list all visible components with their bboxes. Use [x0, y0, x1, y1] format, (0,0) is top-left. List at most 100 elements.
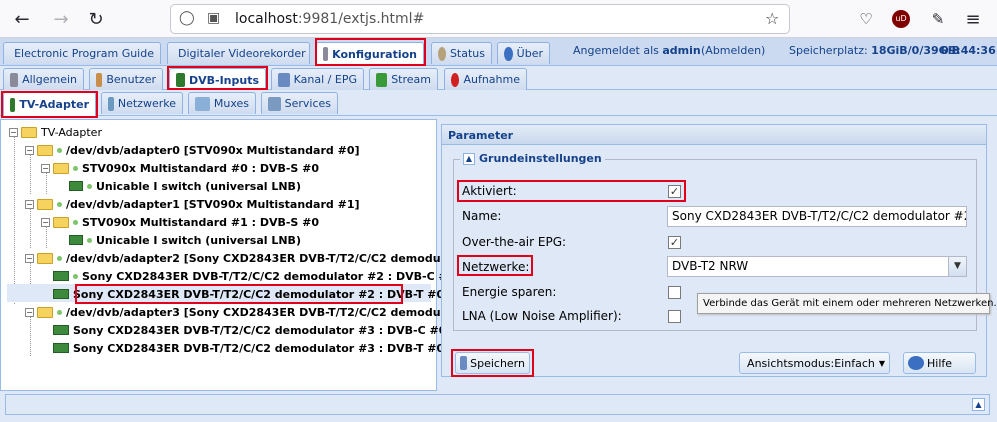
tab-epg[interactable]: Electronic Program Guide — [3, 42, 161, 64]
collapse-icon[interactable]: − — [41, 217, 50, 227]
config-tabbar: Allgemein Benutzer DVB-Inputs Kanal / EP… — [0, 66, 997, 91]
tab-benutzer[interactable]: Benutzer — [89, 68, 163, 90]
mux-icon — [195, 96, 210, 111]
collapse-icon[interactable]: − — [25, 307, 34, 317]
tab-services[interactable]: Services — [261, 92, 338, 114]
ublock-icon[interactable]: uD — [892, 10, 910, 28]
collapse-icon[interactable]: − — [25, 199, 34, 209]
adapter-tree: − TV-Adapter − /dev/dvb/adapter0 [STV090x… — [0, 119, 496, 391]
aktiviert-checkbox[interactable]: ✓ — [668, 185, 681, 198]
folder-open-icon — [37, 198, 53, 210]
view-mode-button[interactable]: Ansichtsmodus:Einfach ▼ — [739, 352, 890, 374]
menu-icon[interactable]: ≡ — [962, 8, 984, 30]
tree-node-adapter3-dvbc[interactable]: Sony CXD2843ER DVB-T/T2/C/C2 demodulator… — [53, 321, 446, 339]
pocket-icon[interactable]: ♡ — [855, 8, 877, 30]
forward-arrow-icon[interactable]: → — [50, 8, 72, 30]
help-button[interactable]: Hilfe — [903, 352, 976, 374]
tab-muxes[interactable]: Muxes — [188, 92, 256, 114]
ota-epg-checkbox[interactable]: ✓ — [668, 236, 681, 249]
grundeinstellungen-label: Grundeinstellungen — [479, 152, 602, 165]
tab-dvb-inputs[interactable]: DVB-Inputs — [169, 68, 266, 91]
tree-node-label: /dev/dvb/adapter1 [STV090x Multistandard… — [66, 197, 360, 211]
tools-icon — [10, 72, 19, 87]
tab-epg-label: Electronic Program Guide — [14, 47, 154, 60]
tree-node-adapter1-lnb[interactable]: Unicable I switch (universal LNB) — [69, 231, 301, 249]
status-dot-icon — [73, 165, 78, 171]
collapse-icon[interactable]: − — [25, 145, 34, 155]
record-icon — [451, 72, 460, 87]
antenna-icon — [108, 96, 114, 111]
logout-link[interactable]: (Abmelden) — [701, 44, 765, 57]
bookmark-star-icon[interactable]: ☆ — [765, 9, 779, 28]
tab-allgemein[interactable]: Allgemein — [3, 68, 84, 90]
tree-node-adapter0[interactable]: − /dev/dvb/adapter0 [STV090x Multistandar… — [25, 141, 360, 159]
log-bar: ▲ — [5, 394, 990, 415]
login-status: Angemeldet als admin — [573, 44, 701, 57]
tab-konfiguration[interactable]: Konfiguration — [316, 42, 424, 65]
netzwerke-tooltip: Verbinde das Gerät mit einem oder mehrer… — [697, 293, 997, 314]
info-icon — [504, 46, 513, 61]
back-arrow-icon[interactable]: ← — [11, 8, 33, 30]
collapse-icon[interactable]: − — [25, 253, 34, 263]
status-dot-icon — [73, 273, 78, 279]
tab-benutzer-label: Benutzer — [106, 73, 156, 86]
storage-label: Speicherplatz: — [789, 44, 868, 57]
tab-status-label: Status — [449, 47, 485, 60]
tree-node-adapter0-lnb[interactable]: Unicable I switch (universal LNB) — [69, 177, 301, 195]
chevron-down-icon[interactable]: ▼ — [948, 257, 966, 276]
tab-dvb-inputs-label: DVB-Inputs — [188, 73, 259, 87]
energie-sparen-checkbox[interactable] — [668, 286, 681, 299]
tree-node-adapter3-dvbt[interactable]: Sony CXD2843ER DVB-T/T2/C/C2 demodulator… — [53, 339, 444, 357]
tab-muxes-label: Muxes — [213, 97, 249, 110]
tab-stream-label: Stream — [391, 73, 431, 86]
collapse-icon[interactable]: − — [9, 127, 18, 137]
status-dot-icon — [57, 201, 62, 207]
tab-dvr-label: Digitaler Videorekorder — [178, 47, 306, 60]
save-button[interactable]: Speichern — [455, 352, 530, 374]
reload-icon[interactable]: ↻ — [85, 8, 107, 30]
tree-node-adapter2-dvbc[interactable]: Sony CXD2843ER DVB-T/T2/C/C2 demodulator… — [53, 267, 455, 285]
page-icon[interactable]: ▣ — [207, 10, 220, 26]
tab-kanal-epg[interactable]: Kanal / EPG — [271, 68, 364, 90]
tab-tv-adapter[interactable]: TV-Adapter — [3, 92, 96, 116]
tree-node-adapter2[interactable]: − /dev/dvb/adapter2 [Sony CXD2843ER DVB-T… — [25, 249, 496, 267]
grundeinstellungen-legend[interactable]: ▲ Grundeinstellungen — [460, 152, 605, 165]
tree-node-adapter2-dvbt-selected[interactable]: Sony CXD2843ER DVB-T/T2/C/C2 demodulator… — [53, 285, 444, 303]
tree-node-label: /dev/dvb/adapter3 [Sony CXD2843ER DVB-T/… — [66, 305, 496, 319]
lnb-icon — [69, 235, 83, 245]
shield-icon[interactable]: ◯ — [179, 10, 195, 26]
tree-root[interactable]: − TV-Adapter — [9, 123, 102, 141]
storage-info: Speicherplatz: 18GiB/0/39GiB — [789, 44, 960, 57]
extensions-icon[interactable]: ✎ — [927, 8, 949, 30]
tab-stream[interactable]: Stream — [369, 68, 438, 90]
tab-tv-adapter-label: TV-Adapter — [19, 98, 89, 111]
tree-node-adapter1[interactable]: − /dev/dvb/adapter1 [STV090x Multistandar… — [25, 195, 360, 213]
tuner-card-icon — [53, 271, 69, 281]
lna-checkbox[interactable] — [668, 310, 681, 323]
tab-dvr[interactable]: Digitaler Videorekorder — [167, 42, 310, 64]
tab-netzwerke[interactable]: Netzwerke — [101, 92, 183, 114]
services-icon — [268, 96, 281, 111]
url-text: localhost:9981/extjs.html# — [235, 11, 425, 27]
lna-label: LNA (Low Noise Amplifier): — [462, 309, 622, 323]
collapse-arrow-icon[interactable]: ▲ — [463, 152, 475, 165]
collapse-icon[interactable]: − — [41, 163, 50, 173]
status-dot-icon — [87, 237, 92, 243]
tree-node-adapter0-frontend[interactable]: − STV090x Multistandard #0 : DVB-S #0 — [41, 159, 319, 177]
status-dot-icon — [57, 255, 62, 261]
tvheadend-app: Electronic Program Guide Digitaler Video… — [0, 38, 997, 422]
tab-ueber[interactable]: Über — [497, 42, 550, 64]
help-label: Hilfe — [927, 356, 953, 370]
tree-node-label: /dev/dvb/adapter2 [Sony CXD2843ER DVB-T/… — [66, 251, 496, 265]
tree-node-label: Unicable I switch (universal LNB) — [96, 233, 301, 247]
dvb-card-icon — [176, 73, 185, 87]
tab-aufnahme[interactable]: Aufnahme — [444, 68, 527, 90]
netzwerke-select[interactable]: DVB-T2 NRW ▼ — [667, 256, 967, 277]
tree-node-adapter1-frontend[interactable]: − STV090x Multistandard #1 : DVB-S #0 — [41, 213, 319, 231]
tab-konfiguration-label: Konfiguration — [332, 47, 417, 61]
url-bar[interactable]: ◯ ▣ localhost:9981/extjs.html# ☆ — [170, 4, 790, 34]
tab-status[interactable]: Status — [431, 42, 492, 64]
name-field[interactable]: Sony CXD2843ER DVB-T/T2/C/C2 demodulator… — [667, 206, 967, 227]
tree-node-adapter3[interactable]: − /dev/dvb/adapter3 [Sony CXD2843ER DVB-T… — [25, 303, 496, 321]
expand-log-icon[interactable]: ▲ — [972, 398, 985, 411]
